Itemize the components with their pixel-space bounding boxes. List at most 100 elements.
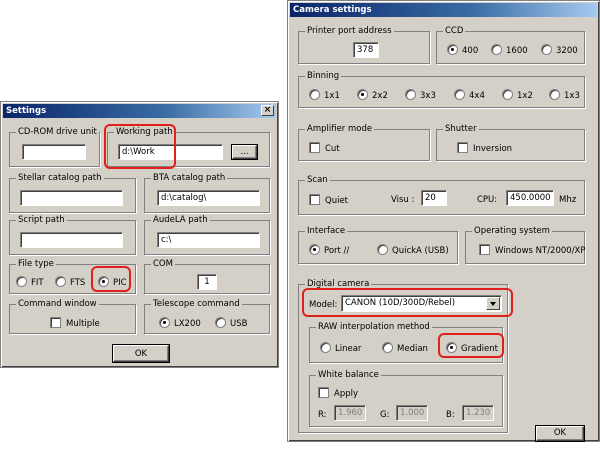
radio-fts[interactable]: FTS [55,276,85,289]
printer-port-group: Printer port address 378 [298,25,430,64]
settings-titlebar[interactable]: Settings × [3,104,276,118]
checkbox-box [457,142,468,153]
bta-field[interactable]: d:\catalog\ [157,190,260,206]
working-path-highlight [104,124,176,169]
radio-usb-label: USB [230,319,248,329]
radio-bin-2x2-label: 2x2 [372,91,388,101]
radio-fit[interactable]: FIT [16,276,44,289]
cdrom-label: CD-ROM drive unit [16,126,99,138]
white-balance-label: White balance [316,369,381,381]
radio-bin-4x4[interactable]: 4x4 [454,89,485,102]
audela-group: AudeLA path c:\ [144,214,270,255]
shutter-group: Shutter Inversion [436,123,585,161]
audela-label: AudeLA path [151,214,210,226]
radio-ccd-3200[interactable]: 3200 [541,44,578,57]
radio-dot [549,89,560,100]
telescope-label: Telescope command [151,298,242,310]
radio-dot [215,317,226,328]
interface-label: Interface [305,225,348,237]
visu-field[interactable]: 20 [421,190,447,206]
printer-port-field[interactable]: 378 [353,42,379,58]
scan-group: Scan Quiet Visu : 20 CPU: 450.0000 Mhz [298,174,585,215]
checkbox-box [309,142,320,153]
radio-bin-3x3[interactable]: 3x3 [405,89,436,102]
radio-dot [16,276,27,287]
os-group: Operating system Windows NT/2000/XP [465,225,586,264]
radio-dot-selected [159,317,170,328]
g-field[interactable]: 1.000 [396,405,428,421]
camera-ok-button[interactable]: OK [536,426,584,441]
settings-close-button[interactable]: × [261,105,274,116]
amplifier-label: Amplifier mode [305,123,375,135]
settings-ok-button[interactable]: OK [113,345,169,362]
radio-bin-1x3[interactable]: 1x3 [549,89,580,102]
windows-checkbox[interactable]: Windows NT/2000/XP [479,244,586,257]
inversion-label: Inversion [473,144,513,154]
radio-linear[interactable]: Linear [320,342,361,355]
telescope-group: Telescope command LX200 USB [144,298,270,334]
settings-title: Settings [6,106,47,116]
radio-lx200[interactable]: LX200 [159,317,201,330]
com-field[interactable]: 1 [197,274,217,290]
radio-median[interactable]: Median [382,342,428,355]
camera-title: Camera settings [293,5,372,15]
radio-bin-2x2[interactable]: 2x2 [357,89,388,102]
radio-dot [491,44,502,55]
radio-ccd-400-label: 400 [462,46,479,56]
r-field[interactable]: 1.960 [334,405,366,421]
cdrom-field[interactable] [22,144,86,160]
radio-dot [55,276,66,287]
b-label: B: [446,410,455,420]
radio-dot-selected [447,44,458,55]
g-label: G: [380,410,390,420]
raw-label: RAW interpolation method [316,321,432,333]
radio-bin-4x4-label: 4x4 [469,91,485,101]
radio-bin-1x2[interactable]: 1x2 [502,89,533,102]
radio-bin-1x1-label: 1x1 [324,91,340,101]
camera-titlebar[interactable]: Camera settings [290,3,597,17]
checkbox-box [50,317,61,328]
radio-dot [502,89,513,100]
radio-bin-1x1[interactable]: 1x1 [309,89,340,102]
radio-dot-selected [357,89,368,100]
bta-group: BTA catalog path d:\catalog\ [144,172,270,213]
multiple-label: Multiple [66,319,100,329]
stellar-field[interactable] [20,190,123,206]
radio-ccd-1600[interactable]: 1600 [491,44,528,57]
binning-group: Binning 1x1 2x2 3x3 4x4 1x2 1x3 [298,70,585,108]
cut-label: Cut [325,144,340,154]
cpu-field[interactable]: 450.0000 [506,190,554,206]
close-icon: × [263,105,272,115]
radio-ccd-400[interactable]: 400 [447,44,478,57]
radio-dot [320,342,331,353]
printer-port-label: Printer port address [305,25,394,37]
quiet-checkbox[interactable]: Quiet [309,194,348,207]
ccd-group: CCD 400 1600 3200 [436,25,585,64]
radio-port[interactable]: Port // [309,244,349,257]
radio-ccd-3200-label: 3200 [556,46,578,56]
radio-dot-selected [309,244,320,255]
b-field[interactable]: 1.230 [462,405,494,421]
radio-quicka[interactable]: QuickA (USB) [377,244,449,257]
multiple-checkbox[interactable]: Multiple [50,317,100,330]
apply-label: Apply [334,389,358,399]
binning-label: Binning [305,70,342,82]
inversion-checkbox[interactable]: Inversion [457,142,512,155]
radio-ccd-1600-label: 1600 [506,46,528,56]
com-label: COM [151,258,175,270]
radio-bin-3x3-label: 3x3 [420,91,436,101]
radio-dot [382,342,393,353]
radio-quicka-label: QuickA (USB) [392,246,449,256]
settings-window: Settings × CD-ROM drive unit Working pat… [0,101,279,368]
pic-highlight [91,266,131,292]
radio-lx200-label: LX200 [174,319,201,329]
radio-usb[interactable]: USB [215,317,247,330]
cut-checkbox[interactable]: Cut [309,142,340,155]
browse-button[interactable]: ... [232,145,257,159]
audela-field[interactable]: c:\ [157,232,260,248]
windows-label: Windows NT/2000/XP [495,246,586,256]
apply-checkbox[interactable]: Apply [318,387,358,400]
script-field[interactable] [20,232,123,248]
cpu-label: CPU: [477,195,498,205]
radio-linear-label: Linear [335,344,362,354]
